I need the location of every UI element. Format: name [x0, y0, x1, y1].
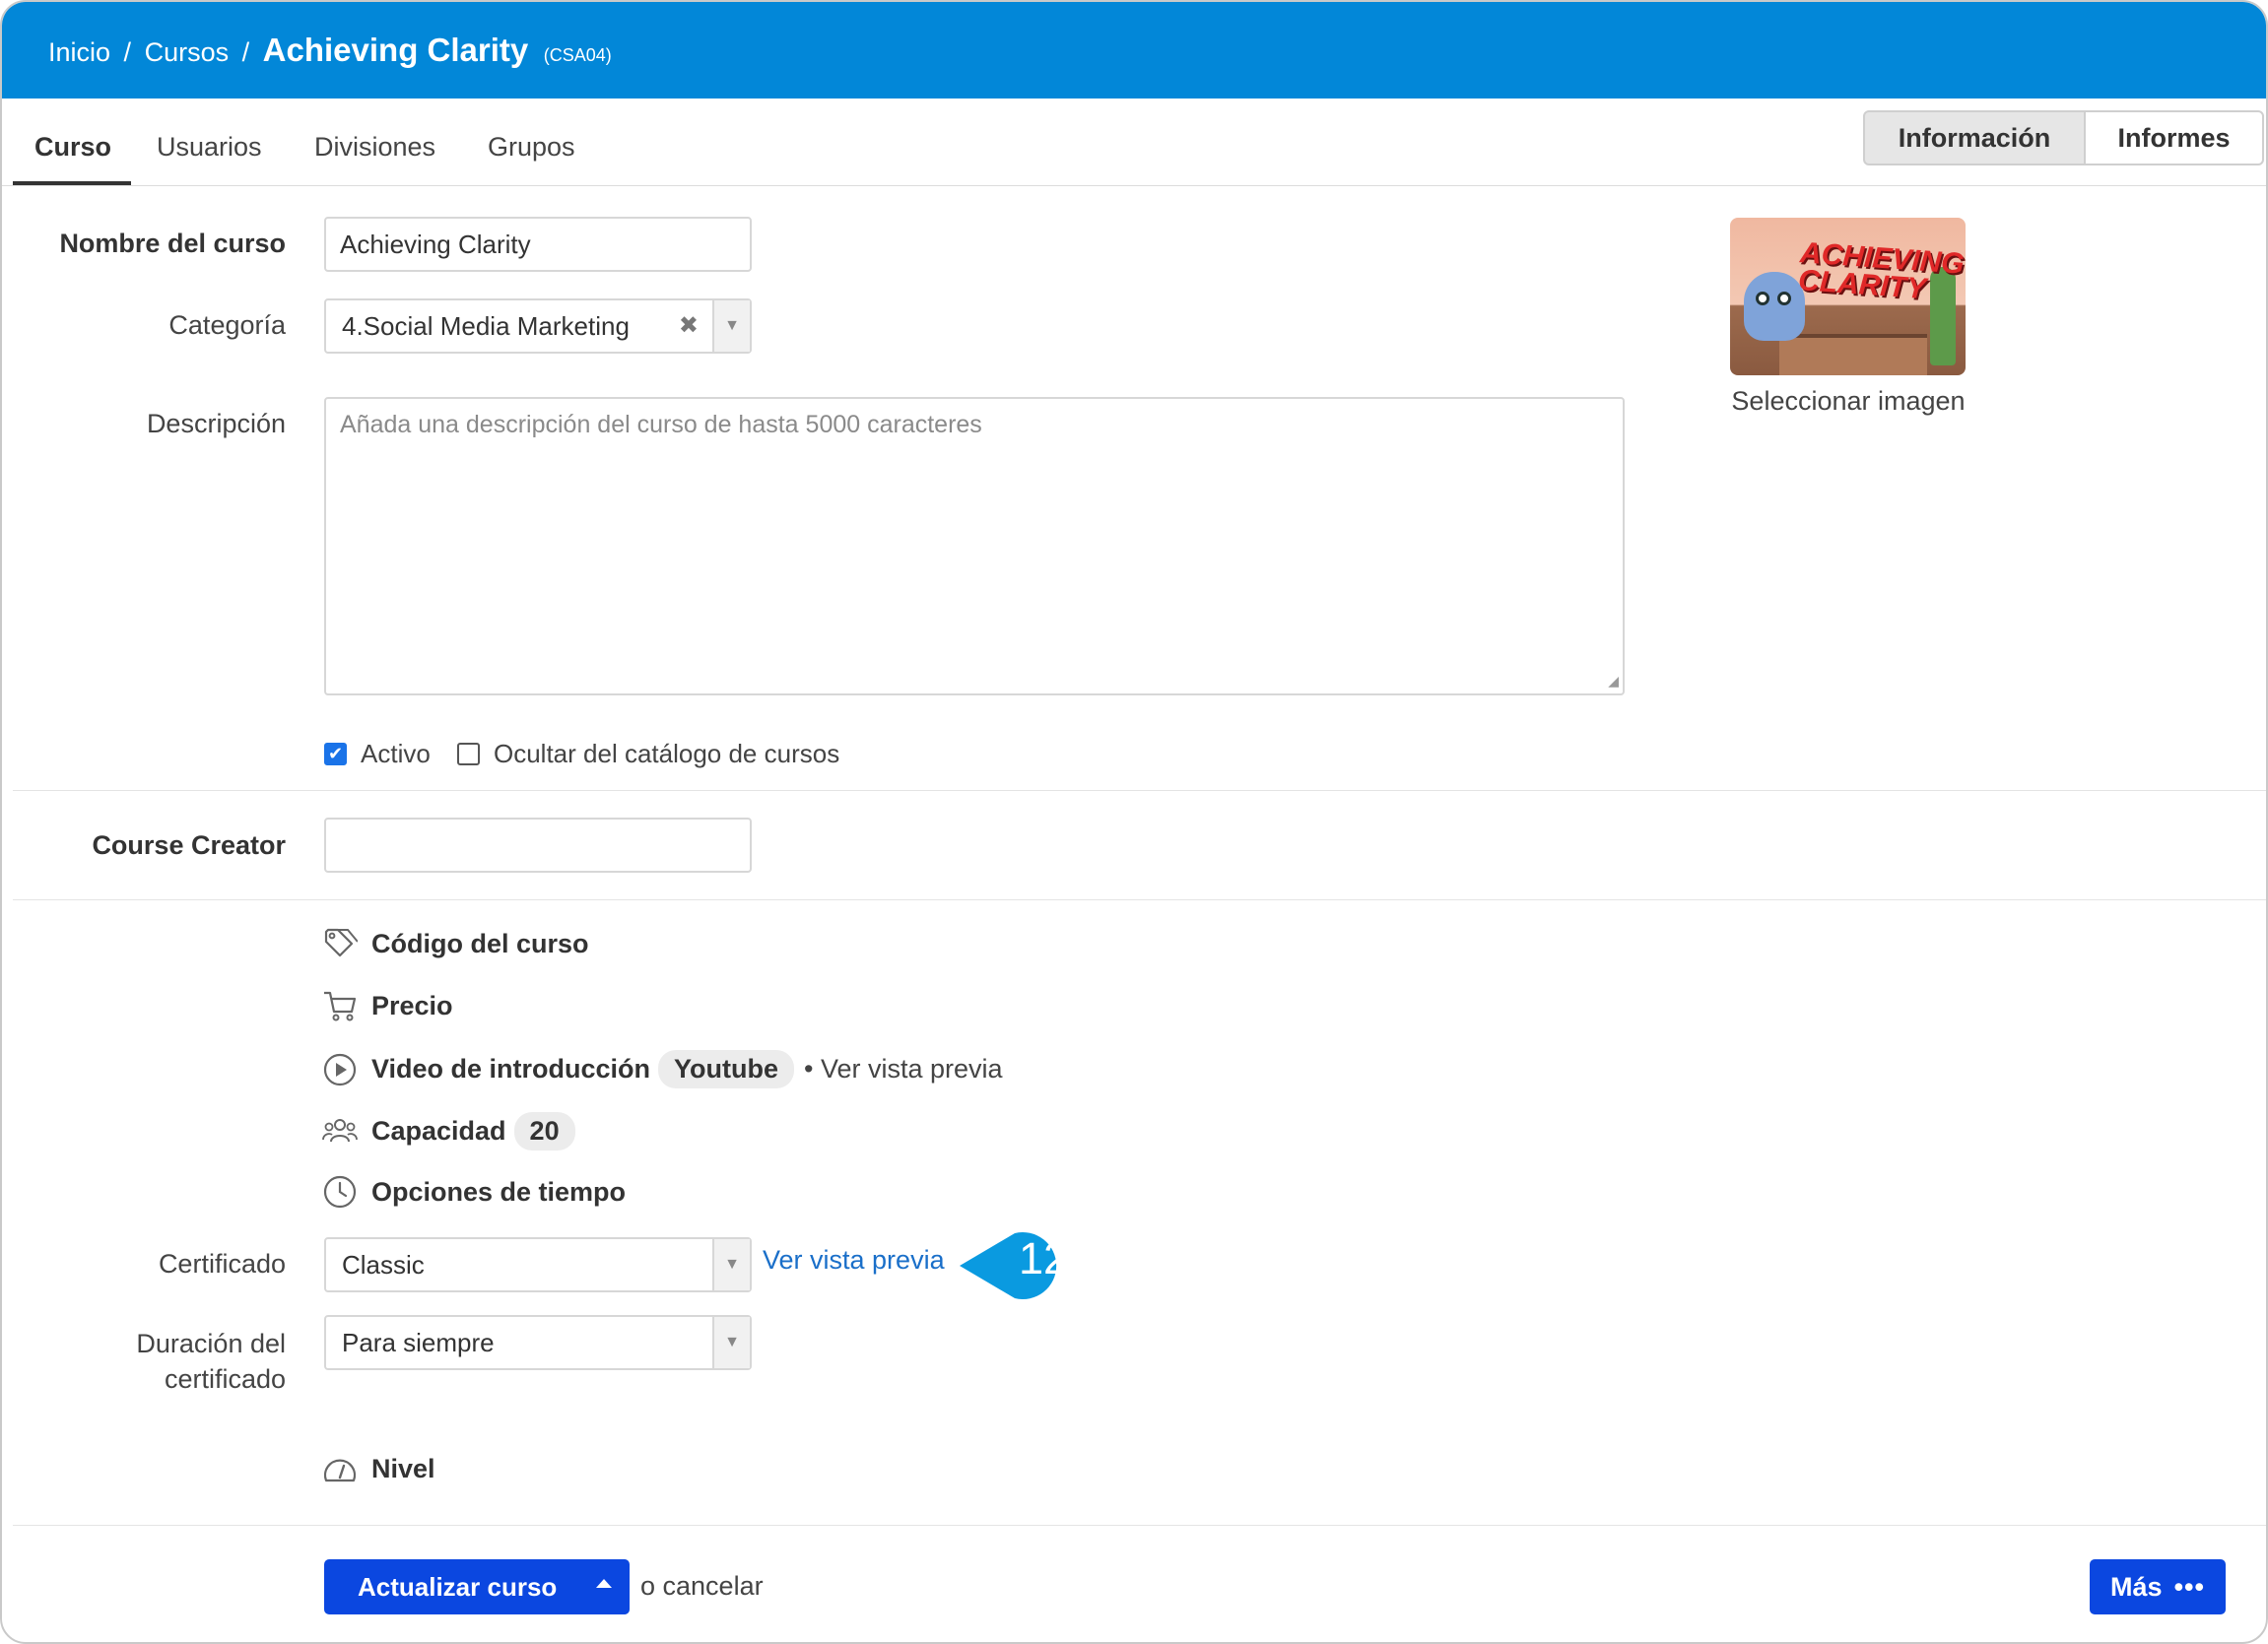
time-options-label: Opciones de tiempo — [371, 1176, 627, 1207]
description-placeholder: Añada una descripción del curso de hasta… — [340, 411, 982, 438]
intro-video-option[interactable]: Video de introducción Youtube • Ver vist… — [322, 1050, 1003, 1088]
tab-grupos[interactable]: Grupos — [488, 132, 575, 163]
more-label: Más — [2110, 1571, 2163, 1602]
course-code-badge: (CSA04) — [543, 45, 612, 65]
page-title: Achieving Clarity — [262, 32, 529, 68]
certificate-duration-label-line1: Duración del — [136, 1329, 286, 1358]
divider — [13, 1525, 2266, 1526]
intro-video-label: Video de introducción — [371, 1054, 651, 1084]
more-button[interactable]: Más ••• — [2090, 1559, 2226, 1614]
time-options-option[interactable]: Opciones de tiempo — [322, 1174, 626, 1210]
clock-icon — [323, 1175, 357, 1209]
chevron-down-icon[interactable]: ▼ — [712, 300, 750, 352]
tab-usuarios[interactable]: Usuarios — [157, 132, 262, 163]
category-select[interactable]: 4.Social Media Marketing ✖ ▼ — [324, 298, 752, 354]
active-label: Activo — [361, 739, 431, 768]
divider — [13, 899, 2266, 900]
capacity-option[interactable]: Capacidad 20 — [322, 1112, 575, 1151]
course-image[interactable]: ACHIEVING CLARITY — [1730, 218, 1966, 375]
hide-catalog-checkbox[interactable] — [457, 743, 480, 765]
divider — [13, 790, 2266, 791]
category-value: 4.Social Media Marketing — [342, 310, 630, 341]
course-name-input[interactable]: Achieving Clarity — [324, 217, 752, 272]
breadcrumb-separator: / — [241, 37, 250, 67]
course-code-label: Código del curso — [371, 928, 589, 958]
update-course-label: Actualizar curso — [358, 1571, 558, 1602]
certificate-duration-value: Para siempre — [342, 1327, 495, 1357]
video-source-badge: Youtube — [658, 1050, 795, 1088]
course-creator-input[interactable] — [324, 818, 752, 873]
capacity-badge: 20 — [513, 1112, 575, 1151]
play-circle-icon — [323, 1053, 357, 1085]
eye-shape — [1756, 292, 1769, 305]
course-name-value: Achieving Clarity — [340, 229, 531, 259]
certificate-duration-label: Duración del certificado — [30, 1326, 286, 1397]
course-name-label: Nombre del curso — [59, 229, 286, 258]
select-image-link[interactable]: Seleccionar imagen — [1726, 386, 1970, 417]
step-callout-number: 12 — [1018, 1233, 1069, 1283]
certificate-preview-link[interactable]: Ver vista previa — [763, 1245, 945, 1276]
price-label: Precio — [371, 990, 453, 1020]
header-bar: Inicio / Cursos / Achieving Clarity (CSA… — [2, 2, 2266, 99]
active-checkbox[interactable]: ✔ — [324, 743, 347, 765]
chevron-down-icon[interactable]: ▼ — [712, 1239, 750, 1290]
hide-catalog-label: Ocultar del catálogo de cursos — [494, 739, 840, 768]
level-label: Nivel — [371, 1453, 435, 1483]
character-shape — [1744, 272, 1805, 341]
price-option[interactable]: Precio — [322, 988, 453, 1023]
cancel-link[interactable]: o cancelar — [640, 1571, 764, 1602]
capacity-label: Capacidad — [371, 1116, 506, 1146]
desk-shape — [1779, 334, 1927, 375]
certificate-duration-label-line2: certificado — [164, 1364, 286, 1394]
informacion-button[interactable]: Información — [1863, 110, 2086, 165]
breadcrumb-courses-link[interactable]: Cursos — [145, 37, 230, 67]
category-label: Categoría — [168, 310, 286, 340]
certificate-duration-select[interactable]: Para siempre ▼ — [324, 1315, 752, 1370]
cart-icon — [324, 991, 357, 1021]
update-course-button[interactable]: Actualizar curso — [324, 1559, 630, 1614]
caret-up-icon[interactable] — [596, 1579, 612, 1588]
course-code-option[interactable]: Código del curso — [322, 926, 589, 961]
breadcrumb-home-link[interactable]: Inicio — [48, 37, 110, 67]
users-icon — [322, 1118, 358, 1142]
certificate-select[interactable]: Classic ▼ — [324, 1237, 752, 1292]
app-window: Inicio / Cursos / Achieving Clarity (CSA… — [0, 0, 2268, 1644]
tag-icon — [324, 928, 358, 957]
eye-shape — [1777, 292, 1791, 305]
video-preview-link[interactable]: • Ver vista previa — [804, 1054, 1003, 1085]
certificate-label: Certificado — [158, 1249, 286, 1279]
breadcrumb: Inicio / Cursos / Achieving Clarity (CSA… — [48, 32, 612, 69]
course-creator-label: Course Creator — [92, 830, 286, 860]
active-checkbox-row[interactable]: ✔ Activo — [324, 739, 431, 769]
description-textarea[interactable]: Añada una descripción del curso de hasta… — [324, 397, 1625, 695]
more-dots-icon: ••• — [2173, 1571, 2205, 1602]
hide-catalog-checkbox-row[interactable]: Ocultar del catálogo de cursos — [457, 739, 839, 769]
breadcrumb-separator: / — [123, 37, 132, 67]
chevron-down-icon[interactable]: ▼ — [712, 1317, 750, 1368]
certificate-value: Classic — [342, 1249, 425, 1280]
divider — [2, 185, 2266, 186]
level-option[interactable]: Nivel — [322, 1451, 435, 1486]
course-image-title: ACHIEVING CLARITY — [1797, 236, 1966, 306]
informes-button[interactable]: Informes — [2084, 110, 2264, 165]
gauge-icon — [323, 1459, 357, 1482]
tab-curso[interactable]: Curso — [34, 132, 111, 163]
description-label: Descripción — [146, 409, 286, 438]
resize-handle-icon[interactable]: ◢ — [1608, 673, 1619, 690]
tab-divisiones[interactable]: Divisiones — [314, 132, 435, 163]
clear-icon[interactable]: ✖ — [679, 311, 699, 340]
